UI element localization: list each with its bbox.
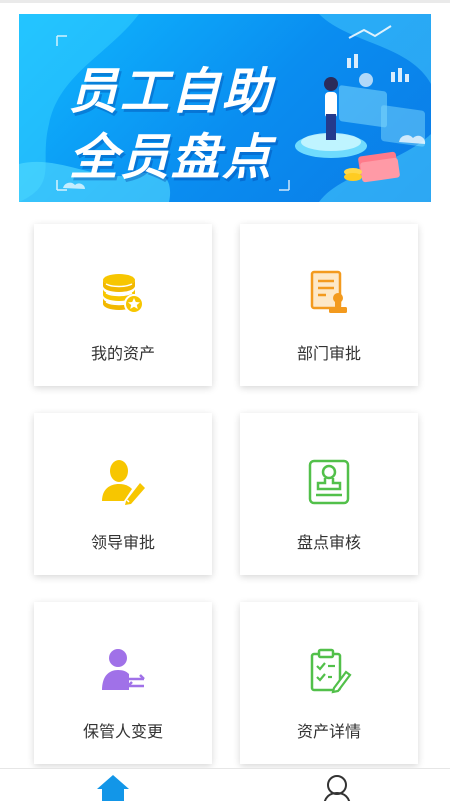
coins-icon	[103, 274, 144, 314]
home-icon	[97, 775, 129, 801]
menu-card-dept-approval[interactable]: 部门审批	[240, 224, 418, 386]
document-stamp-icon	[310, 270, 347, 313]
menu-card-label: 部门审批	[296, 344, 361, 363]
menu-card-label: 领导审批	[90, 533, 155, 552]
menu-card-my-assets[interactable]: 我的资产	[34, 224, 212, 386]
banner-title-line1: 员工自助	[69, 63, 274, 120]
bottom-tab-bar	[0, 768, 450, 801]
tab-me[interactable]	[225, 769, 450, 801]
person-edit-icon	[102, 460, 145, 505]
menu-card-inventory-review[interactable]: 盘点审核	[240, 413, 418, 575]
user-icon	[323, 775, 351, 801]
menu-card-label: 盘点审核	[296, 533, 361, 552]
menu-card-custodian-change[interactable]: 保管人变更	[34, 602, 212, 764]
menu-card-asset-details[interactable]: 资产详情	[240, 602, 418, 764]
person-transfer-icon	[102, 649, 145, 690]
tab-home[interactable]	[0, 769, 225, 801]
menu-card-label: 资产详情	[296, 722, 361, 741]
menu-card-leader-approval[interactable]: 领导审批	[34, 413, 212, 575]
top-divider	[0, 0, 450, 3]
stamp-icon	[308, 459, 350, 505]
clipboard-check-icon	[310, 648, 352, 694]
hero-banner: 员工自助 全员盘点	[19, 14, 431, 202]
menu-card-label: 保管人变更	[82, 722, 163, 741]
banner-title-line2: 全员盘点	[69, 129, 274, 186]
menu-card-label: 我的资产	[90, 344, 155, 363]
